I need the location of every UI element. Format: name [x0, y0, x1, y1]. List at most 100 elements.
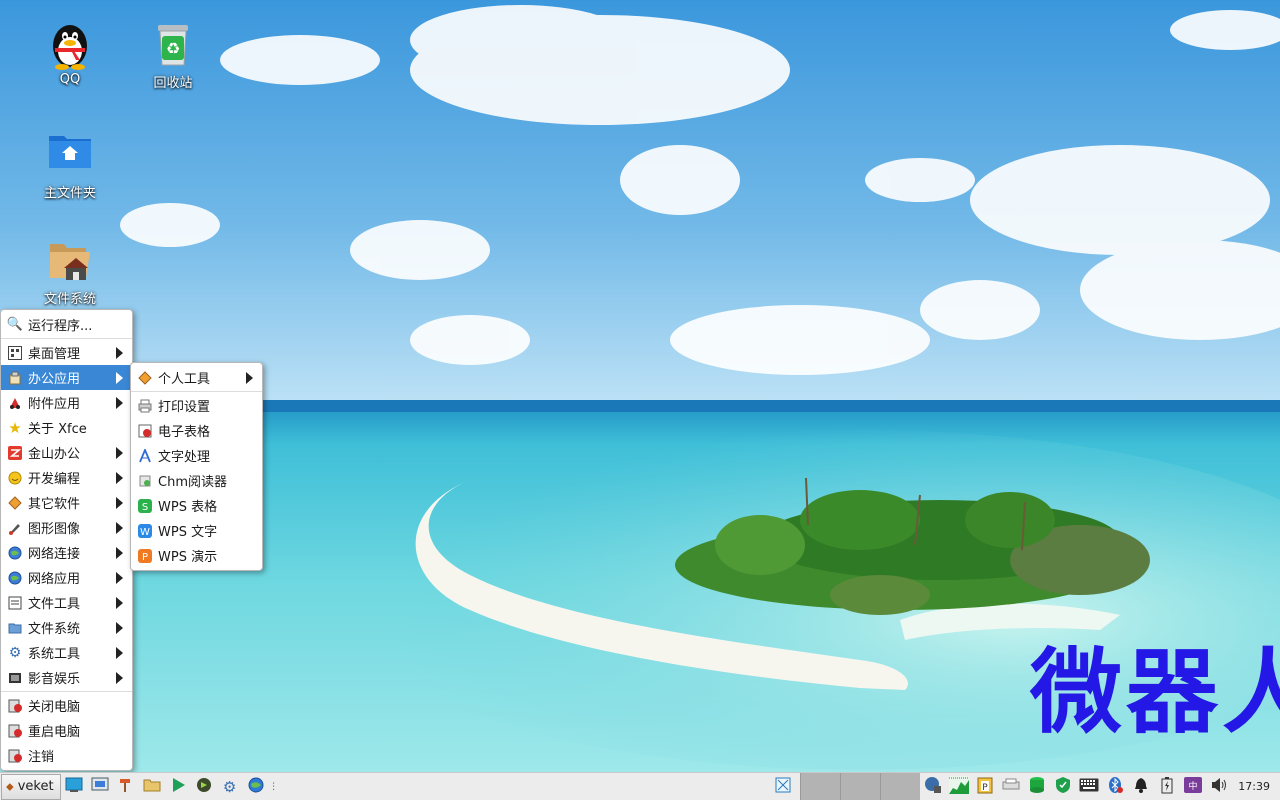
tray-storage[interactable]	[1024, 774, 1050, 800]
menu-item-other-software[interactable]: 其它软件	[1, 490, 132, 515]
launcher-media-player[interactable]	[165, 774, 191, 800]
tray-clipboard[interactable]: P	[972, 774, 998, 800]
menu-item-label: 关于 Xfce	[28, 422, 87, 437]
submenu-arrow-icon	[116, 572, 123, 584]
keyboard-icon	[1079, 778, 1099, 796]
tray-notifications[interactable]	[1128, 774, 1154, 800]
menu-item-label: Chm阅读器	[158, 475, 227, 490]
menu-item-label: 打印设置	[158, 400, 211, 415]
menu-item-logout[interactable]: 注销	[1, 743, 132, 768]
menu-item-system-tools[interactable]: ⚙ 系统工具	[1, 640, 132, 665]
launcher-monitor[interactable]	[87, 774, 113, 800]
submenu-arrow-icon	[116, 397, 123, 409]
tray-keyboard[interactable]	[1076, 774, 1102, 800]
menu-item-label: 开发编程	[28, 472, 81, 487]
menu-item-label: 网络应用	[28, 572, 81, 587]
workspace-1[interactable]	[800, 773, 841, 800]
menu-item-label: 运行程序...	[28, 319, 93, 334]
launcher-app[interactable]	[191, 774, 217, 800]
shield-icon	[1055, 776, 1071, 798]
menu-item-kingsoft-office[interactable]: 金山办公	[1, 440, 132, 465]
desktop-icon-label: 文件系统	[43, 292, 96, 307]
tray-printer[interactable]	[998, 774, 1024, 800]
speaker-icon	[1210, 777, 1228, 797]
submenu-arrow-icon	[116, 647, 123, 659]
wps-presentation-icon: P	[137, 548, 153, 564]
tray-cpu-graph[interactable]	[946, 774, 972, 800]
start-menu-button[interactable]: ⬥ veket	[1, 773, 61, 800]
tray-power[interactable]	[1154, 774, 1180, 800]
start-button-label: veket	[17, 779, 54, 794]
launcher-settings[interactable]: ⚙	[217, 774, 243, 800]
monitor-icon	[91, 777, 109, 797]
menu-item-file-tools[interactable]: 文件工具	[1, 590, 132, 615]
develop-icon	[7, 470, 23, 486]
desktop-icon-recycle-bin[interactable]: ♻ 回收站	[123, 20, 223, 91]
wps-icon	[7, 445, 23, 461]
tray-input-method[interactable]: 中	[1180, 774, 1206, 800]
star-icon: ★	[8, 418, 22, 437]
menu-item-label: WPS 表格	[158, 500, 218, 515]
filesystem-icon	[46, 236, 94, 284]
menu-item-label: 其它软件	[28, 497, 81, 512]
menu-item-filesystem[interactable]: 文件系统	[1, 615, 132, 640]
submenu-arrow-icon	[116, 447, 123, 459]
desktop-icon-qq[interactable]: QQ	[20, 20, 120, 87]
printer-icon	[1002, 778, 1020, 796]
hammer-icon	[117, 777, 135, 797]
menu-item-run[interactable]: 🔍 运行程序...	[1, 312, 132, 337]
menu-item-graphics[interactable]: 图形图像	[1, 515, 132, 540]
submenu-item-wps-spreadsheet[interactable]: S WPS 表格	[131, 493, 262, 518]
launcher-browser[interactable]	[243, 774, 269, 800]
launcher-overflow[interactable]: ⋮	[269, 774, 279, 800]
run-icon: 🔍	[6, 317, 24, 332]
menu-item-label: 系统工具	[28, 647, 81, 662]
tray-bluetooth[interactable]	[1102, 774, 1128, 800]
menu-item-internet[interactable]: 网络应用	[1, 565, 132, 590]
workspace-3[interactable]	[880, 773, 921, 800]
menu-separator	[1, 691, 132, 692]
launcher-tools[interactable]	[113, 774, 139, 800]
submenu-item-personal-tools[interactable]: 个人工具	[131, 365, 262, 390]
desktop-icon-label: QQ	[59, 72, 81, 87]
menu-item-label: WPS 演示	[158, 550, 218, 565]
clock[interactable]: 17:39	[1232, 780, 1280, 793]
submenu-item-word-processor[interactable]: 文字处理	[131, 443, 262, 468]
menu-item-office[interactable]: 办公应用	[1, 365, 132, 390]
network-globe-icon	[924, 776, 942, 798]
menu-item-development[interactable]: 开发编程	[1, 465, 132, 490]
network-monitor-icon	[775, 777, 791, 797]
desktop-icon-filesystem[interactable]: 文件系统	[20, 236, 120, 307]
workspace-2[interactable]	[840, 773, 881, 800]
launcher-show-desktop[interactable]	[61, 774, 87, 800]
svg-text:P: P	[142, 552, 148, 563]
tray-security[interactable]	[1050, 774, 1076, 800]
submenu-arrow-icon	[246, 372, 253, 384]
submenu-item-spreadsheet[interactable]: 电子表格	[131, 418, 262, 443]
menu-item-reboot[interactable]: 重启电脑	[1, 718, 132, 743]
submenu-arrow-icon	[116, 347, 123, 359]
launcher-file-manager[interactable]	[139, 774, 165, 800]
wps-et-icon: S	[137, 498, 153, 514]
desktop-icon-home-folder[interactable]: 主文件夹	[20, 130, 120, 201]
menu-item-label: 影音娱乐	[28, 672, 81, 687]
submenu-item-print-settings[interactable]: 打印设置	[131, 393, 262, 418]
submenu-item-wps-writer[interactable]: W WPS 文字	[131, 518, 262, 543]
cpu-graph-icon	[949, 775, 970, 798]
menu-item-accessories[interactable]: 附件应用	[1, 390, 132, 415]
menu-item-shutdown[interactable]: 关闭电脑	[1, 693, 132, 718]
menu-item-network-connection[interactable]: 网络连接	[1, 540, 132, 565]
submenu-item-chm-reader[interactable]: Chm阅读器	[131, 468, 262, 493]
home-folder-icon	[46, 130, 94, 178]
menu-item-multimedia[interactable]: 影音娱乐	[1, 665, 132, 690]
folder-icon	[7, 620, 23, 636]
multimedia-icon	[7, 670, 23, 686]
tray-network[interactable]	[920, 774, 946, 800]
menu-item-desktop[interactable]: 桌面管理	[1, 340, 132, 365]
svg-text:W: W	[140, 527, 150, 538]
tray-network-monitor[interactable]	[770, 774, 796, 800]
submenu-item-wps-presentation[interactable]: P WPS 演示	[131, 543, 262, 568]
menu-item-about-xfce[interactable]: ★ 关于 Xfce	[1, 415, 132, 440]
tray-volume[interactable]	[1206, 774, 1232, 800]
submenu-arrow-icon	[116, 522, 123, 534]
